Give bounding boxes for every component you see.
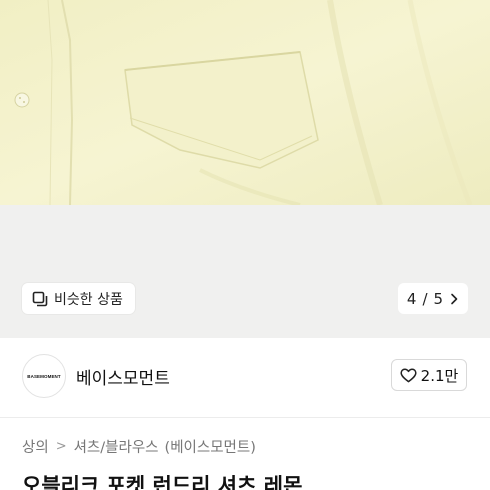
brand-name-link[interactable]: 베이스모먼트 [76,364,170,389]
pager-total: 5 [433,289,444,308]
similar-products-icon [32,291,48,306]
heart-outline-icon [400,367,417,382]
breadcrumb-separator: > [55,439,67,454]
like-button[interactable]: 2.1만 [391,359,467,391]
pager-current: 4 [406,289,417,308]
brand-logo-text: BASEMOMENT [27,373,61,379]
image-pager-button[interactable]: 4 / 5 [398,283,468,314]
pager-separator: / [422,289,428,308]
breadcrumb: 상의 > 셔츠/블라우스 (베이스모먼트) [22,436,256,457]
similar-products-button[interactable]: 비슷한 상품 [22,283,135,314]
breadcrumb-category[interactable]: 상의 [22,436,49,457]
brand-row: BASEMOMENT 베이스모먼트 2.1만 [0,338,490,418]
breadcrumb-brand-tag[interactable]: (베이스모먼트) [165,436,256,457]
chevron-right-icon [451,293,458,304]
product-photo [0,0,490,205]
similar-products-label: 비슷한 상품 [54,291,123,308]
like-count: 2.1만 [420,366,459,385]
product-title: 오블리크 포켓 런드리 셔츠 레몬 [22,474,303,490]
brand-logo[interactable]: BASEMOMENT [22,354,66,398]
product-image-gallery[interactable]: 비슷한 상품 4 / 5 [0,0,490,338]
breadcrumb-subcategory[interactable]: 셔츠/블라우스 [74,436,159,457]
